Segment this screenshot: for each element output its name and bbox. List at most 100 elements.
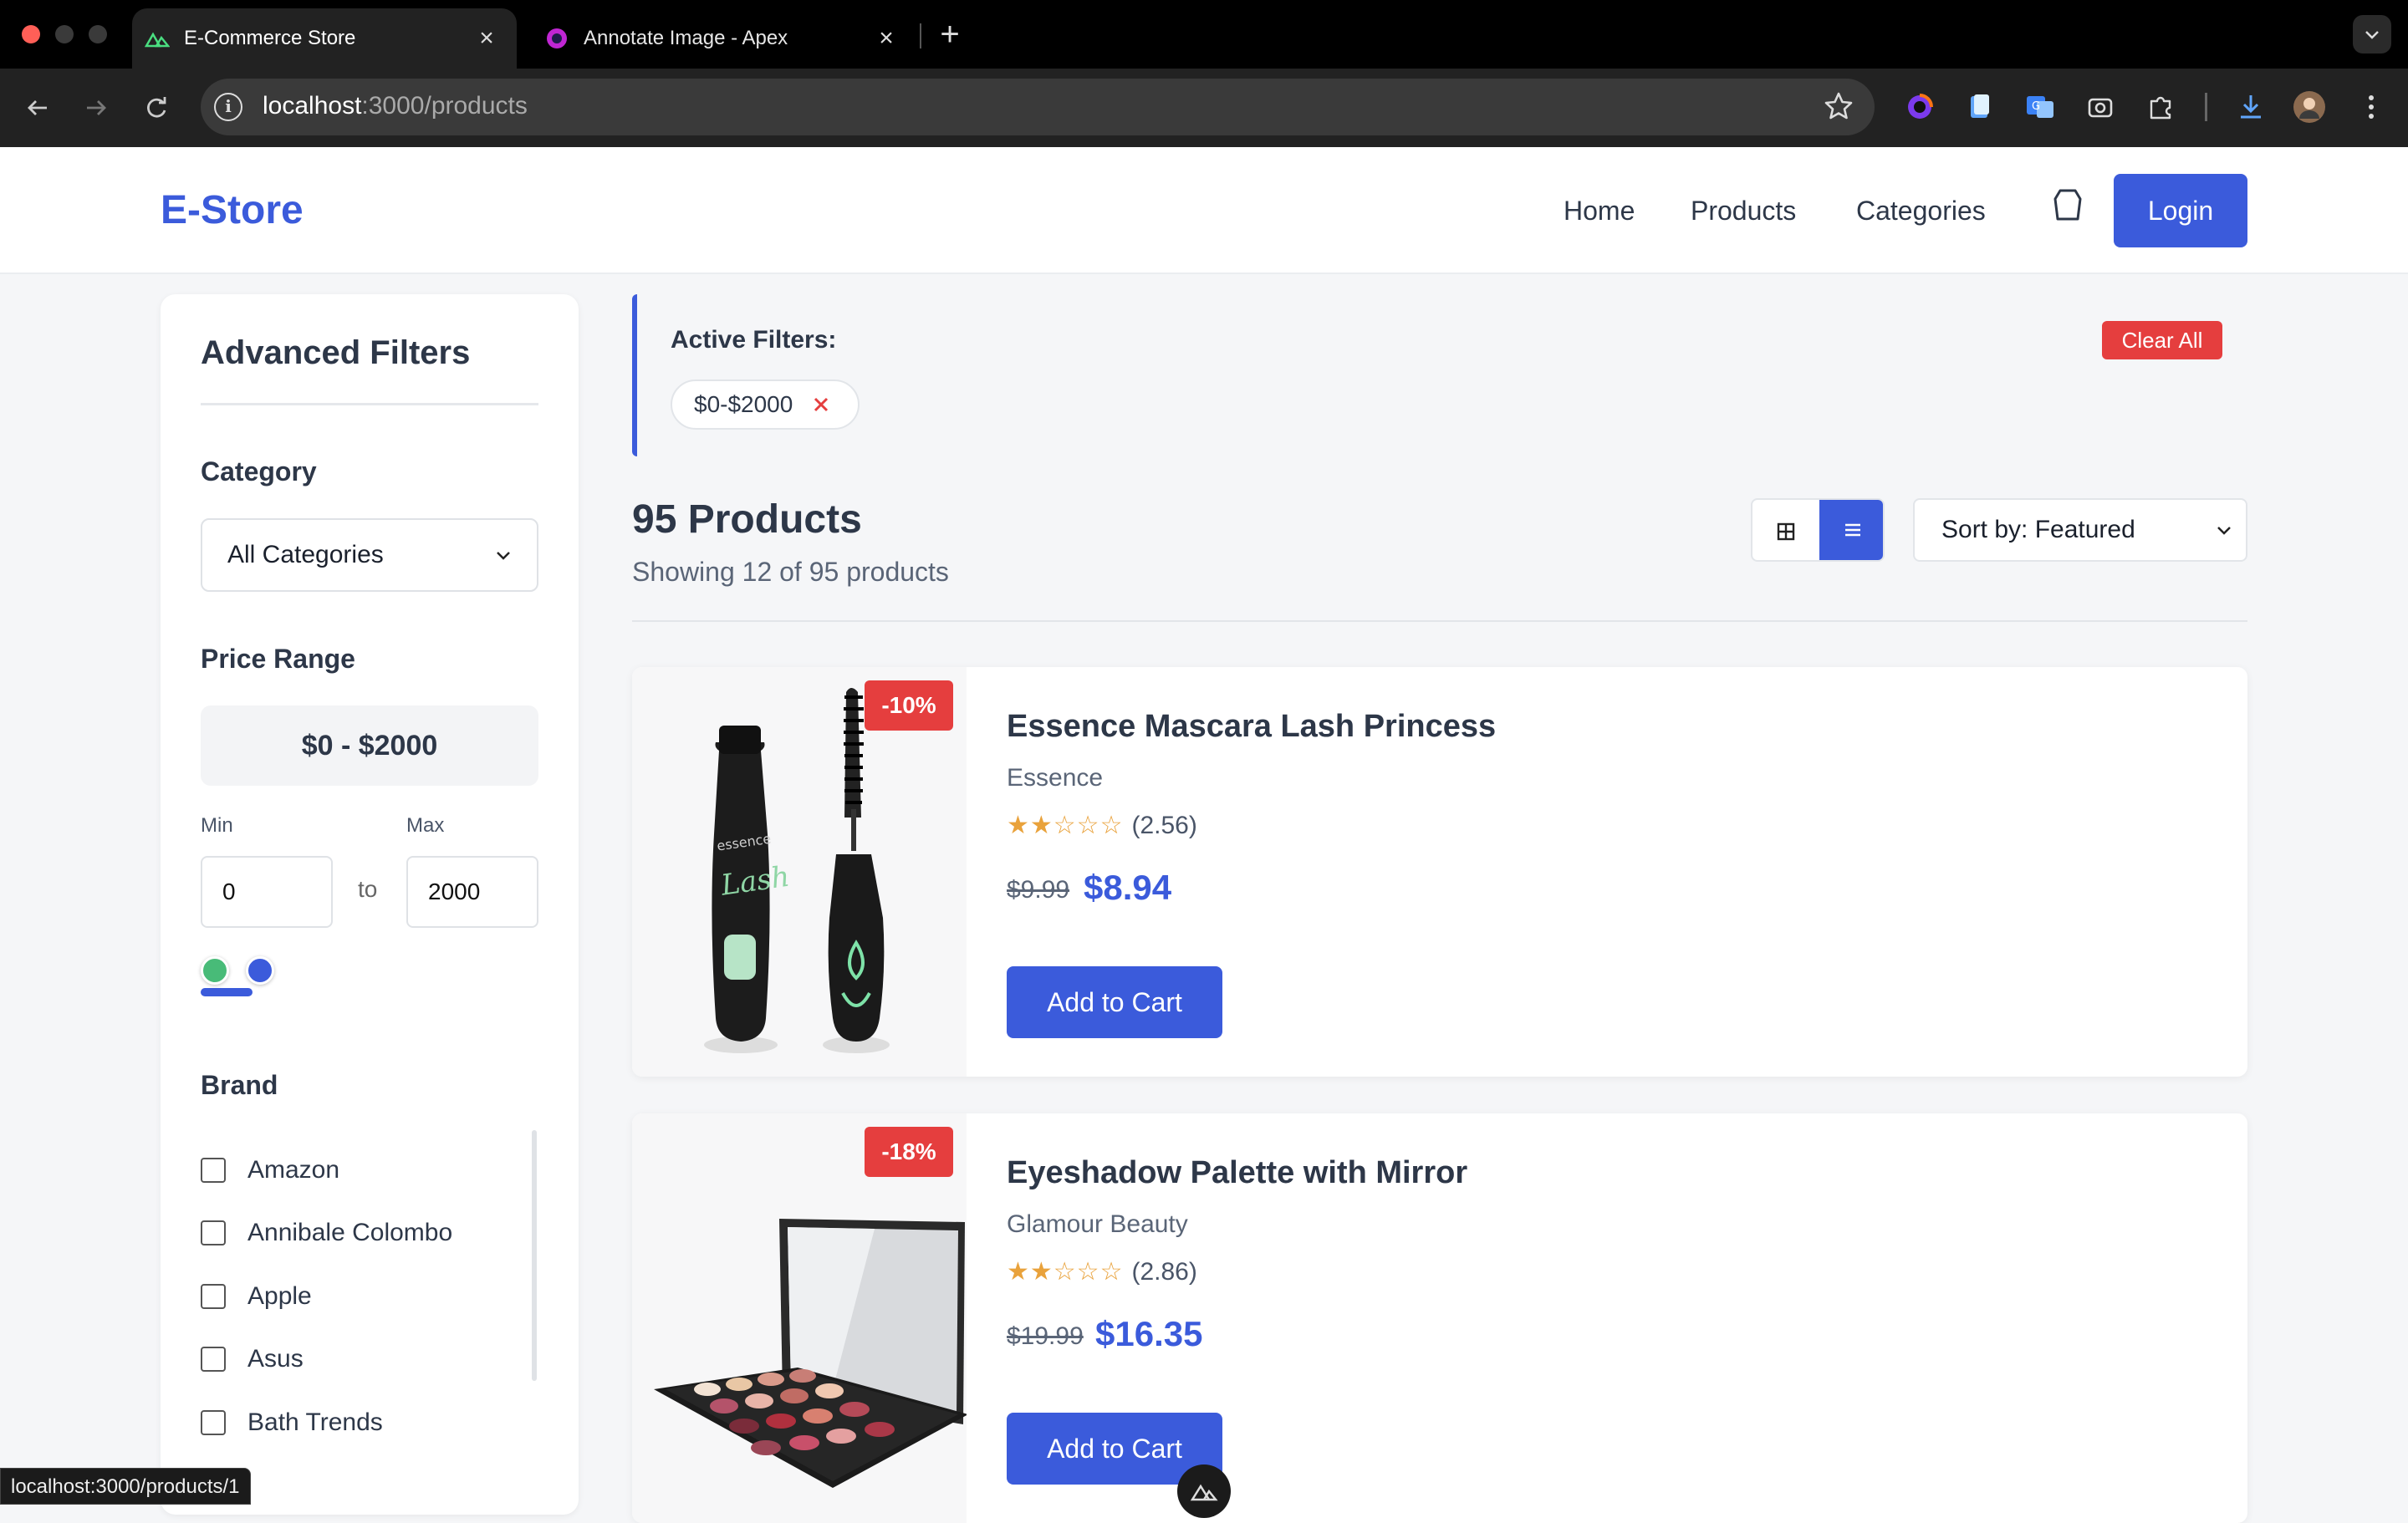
filter-chip-price[interactable]: $0-$2000 [671, 379, 860, 430]
extension-docs-icon[interactable] [1962, 89, 1998, 125]
products-count-title: 95 Products [632, 497, 862, 542]
discount-badge: -10% [865, 680, 953, 731]
maximize-window-button[interactable] [89, 25, 107, 43]
divider [632, 620, 2247, 622]
back-arrow-icon[interactable] [20, 90, 55, 125]
site-info-icon[interactable]: i [214, 93, 242, 121]
brand-checkbox[interactable] [201, 1220, 226, 1246]
site-header: E-Store Home Products Categories Login [0, 147, 2408, 274]
nav-products[interactable]: Products [1691, 196, 1796, 227]
sort-select-value: Sort by: Featured [1941, 516, 2135, 543]
min-label: Min [201, 814, 233, 837]
shopping-bag-icon[interactable] [2048, 186, 2087, 224]
close-tab-icon[interactable]: × [873, 24, 900, 52]
product-rating: ★★☆☆☆ (2.56) [1007, 811, 1197, 840]
login-button[interactable]: Login [2114, 174, 2247, 247]
rating-stars-icon: ★★☆☆☆ [1007, 812, 1124, 839]
sort-select[interactable]: Sort by: Featured [1913, 498, 2247, 562]
remove-filter-icon[interactable] [811, 395, 831, 415]
sale-price: $16.35 [1095, 1314, 1203, 1353]
product-name[interactable]: Eyeshadow Palette with Mirror [1007, 1155, 1467, 1191]
close-window-button[interactable] [22, 25, 40, 43]
filters-sidebar: Advanced Filters Category All Categories… [161, 294, 579, 1515]
category-select[interactable]: All Categories [201, 518, 538, 592]
brand-option-amazon[interactable]: Amazon [201, 1138, 552, 1202]
grid-view-button[interactable] [1752, 500, 1819, 560]
extensions-puzzle-icon[interactable] [2142, 89, 2179, 125]
extension-color-icon[interactable] [1901, 89, 1938, 125]
tab-e-commerce-store[interactable]: E-Commerce Store × [132, 8, 517, 69]
active-filters-title: Active Filters: [671, 326, 837, 354]
svg-text:G: G [2032, 100, 2040, 113]
forward-arrow-icon[interactable] [79, 90, 114, 125]
active-filters-panel: Active Filters: $0-$2000 Clear All [632, 294, 2247, 456]
browser-tab-bar: E-Commerce Store × Annotate Image - Apex… [0, 0, 2408, 69]
discount-badge: -18% [865, 1127, 953, 1177]
brand-list-scrollbar[interactable] [532, 1130, 537, 1381]
price-slider-min-thumb[interactable] [201, 956, 229, 985]
screenshot-extension-icon[interactable] [2082, 89, 2119, 125]
address-bar[interactable]: i localhost:3000/products [201, 79, 1875, 135]
original-price: $19.99 [1007, 1322, 1084, 1350]
new-tab-icon[interactable]: + [933, 18, 967, 52]
price-slider-track[interactable] [201, 988, 253, 996]
to-label: to [358, 876, 378, 902]
max-label: Max [406, 814, 445, 837]
view-toggle [1751, 498, 1885, 562]
grid-icon [1777, 522, 1795, 541]
chevron-down-icon [2217, 527, 2231, 535]
price-range-display: $0 - $2000 [201, 705, 538, 786]
rating-value: (2.56) [1131, 811, 1197, 839]
tab-title: E-Commerce Store [184, 27, 356, 49]
brand-option-bath-trends[interactable]: Bath Trends [201, 1391, 552, 1454]
nuxt-devtools-button[interactable] [1177, 1464, 1231, 1518]
reload-icon[interactable] [139, 90, 174, 125]
brand-option-apple[interactable]: Apple [201, 1265, 552, 1328]
site-logo[interactable]: E-Store [161, 187, 304, 233]
max-price-input[interactable] [406, 856, 538, 928]
nav-home[interactable]: Home [1564, 196, 1635, 227]
tab-search-chevron-icon[interactable] [2353, 15, 2391, 53]
minimize-window-button[interactable] [55, 25, 74, 43]
min-price-input[interactable] [201, 856, 333, 928]
nav-categories[interactable]: Categories [1856, 196, 1986, 227]
rating-stars-icon: ★★☆☆☆ [1007, 1258, 1124, 1286]
list-view-button[interactable] [1819, 500, 1883, 560]
category-label: Category [201, 456, 317, 486]
price-slider-max-thumb[interactable] [246, 956, 274, 985]
product-brand: Essence [1007, 764, 1104, 792]
bookmark-star-icon[interactable] [1823, 90, 1856, 124]
download-icon[interactable] [2232, 89, 2269, 125]
brand-checkbox[interactable] [201, 1283, 226, 1309]
product-name[interactable]: Essence Mascara Lash Princess [1007, 709, 1496, 745]
tab-title: Annotate Image - Apex [584, 27, 788, 49]
close-tab-icon[interactable]: × [473, 24, 500, 52]
brand-option-asus[interactable]: Asus [201, 1328, 552, 1392]
add-to-cart-button[interactable]: Add to Cart [1007, 966, 1222, 1038]
sale-price: $8.94 [1084, 868, 1172, 907]
tab-annotate-image[interactable]: Annotate Image - Apex × [532, 8, 916, 69]
brand-checkbox[interactable] [201, 1347, 226, 1373]
nuxt-icon [144, 25, 171, 52]
url-text: localhost:3000/products [263, 92, 528, 120]
brand-checkbox[interactable] [201, 1409, 226, 1435]
price-range-label: Price Range [201, 644, 355, 674]
brand-checkbox[interactable] [201, 1157, 226, 1183]
original-price: $9.99 [1007, 876, 1070, 904]
brand-list: Amazon Annibale Colombo Apple Asus Bath … [201, 1138, 552, 1454]
product-card[interactable]: essence Lash -10% Essence Mascara Lash P… [632, 667, 2247, 1077]
category-select-value: All Categories [227, 541, 384, 568]
brand-option-annibale-colombo[interactable]: Annibale Colombo [201, 1202, 552, 1266]
products-showing-text: Showing 12 of 95 products [632, 557, 949, 587]
profile-avatar-icon[interactable] [2291, 89, 2328, 125]
apex-icon [543, 25, 570, 52]
browser-menu-icon[interactable] [2353, 89, 2390, 125]
chevron-down-icon [497, 552, 510, 560]
clear-all-button[interactable]: Clear All [2102, 321, 2222, 359]
list-icon [1845, 523, 1860, 537]
toolbar-divider [2204, 89, 2207, 125]
rating-value: (2.86) [1131, 1257, 1197, 1286]
translate-icon[interactable]: G [2022, 89, 2059, 125]
tab-separator [920, 23, 921, 48]
product-card[interactable]: -18% Eyeshadow Palette with Mirror Glamo… [632, 1113, 2247, 1523]
